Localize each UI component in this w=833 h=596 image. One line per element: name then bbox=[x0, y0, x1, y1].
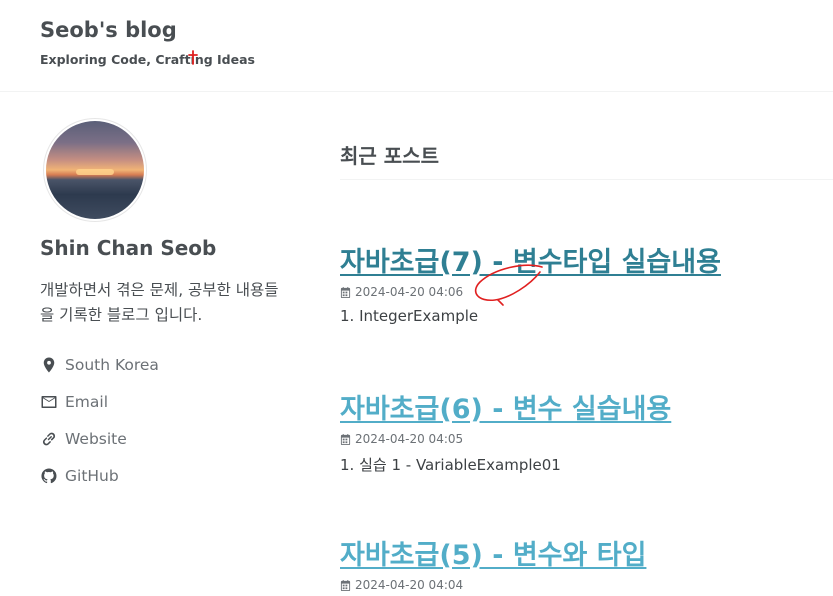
author-bio: 개발하면서 겪은 문제, 공부한 내용들을 기록한 블로그 입니다. bbox=[40, 281, 279, 324]
post-item: 자바초급(6) - 변수 실습내용 2024-04-20 04:05 1. 실습… bbox=[340, 387, 833, 475]
post-date: 2024-04-20 04:05 bbox=[340, 432, 833, 446]
post-title-link[interactable]: 자바초급(5) - 변수와 타입 bbox=[340, 533, 833, 572]
post-date: 2024-04-20 04:06 bbox=[340, 285, 833, 299]
envelope-icon bbox=[41, 395, 57, 408]
section-title: 최근 포스트 bbox=[340, 140, 833, 180]
post-date-text: 2024-04-20 04:04 bbox=[355, 578, 464, 592]
author-links: South Korea Email Website GitHub bbox=[40, 346, 290, 494]
masthead: Seob's blog Exploring Code, Crafting Ide… bbox=[0, 0, 833, 92]
author-link-location[interactable]: South Korea bbox=[40, 346, 290, 383]
calendar-icon bbox=[340, 286, 351, 298]
map-marker-icon bbox=[43, 357, 55, 372]
post-excerpt: 1. IntegerExample bbox=[340, 307, 479, 325]
author-link-label: Website bbox=[65, 429, 127, 448]
post-date-text: 2024-04-20 04:06 bbox=[355, 285, 464, 299]
calendar-icon bbox=[340, 579, 351, 591]
post-date-text: 2024-04-20 04:05 bbox=[355, 432, 464, 446]
post-item: 자바초급(5) - 변수와 타입 2024-04-20 04:04 bbox=[340, 533, 833, 592]
link-icon bbox=[42, 432, 56, 445]
author-link-label: GitHub bbox=[65, 466, 119, 485]
avatar-image bbox=[46, 121, 144, 219]
main-content: 최근 포스트 자바초급(7) - 변수타입 실습내용 2024-04-20 04… bbox=[340, 140, 833, 592]
author-link-github[interactable]: GitHub bbox=[40, 457, 290, 494]
post-date: 2024-04-20 04:04 bbox=[340, 578, 833, 592]
author-link-email[interactable]: Email bbox=[40, 383, 290, 420]
site-subtitle: Exploring Code, Crafting Ideas bbox=[40, 52, 255, 67]
post-title-link[interactable]: 자바초급(6) - 변수 실습내용 bbox=[340, 387, 833, 426]
author-link-website[interactable]: Website bbox=[40, 420, 290, 457]
author-name: Shin Chan Seob bbox=[40, 236, 217, 260]
calendar-icon bbox=[340, 433, 351, 445]
author-link-label: Email bbox=[65, 392, 109, 411]
post-title-link[interactable]: 자바초급(7) - 변수타입 실습내용 bbox=[340, 240, 833, 279]
github-icon bbox=[41, 467, 57, 483]
post-excerpt: 1. 실습 1 - VariableExample01 bbox=[340, 456, 561, 474]
author-link-label: South Korea bbox=[65, 355, 159, 374]
site-title[interactable]: Seob's blog bbox=[40, 18, 177, 42]
avatar bbox=[43, 118, 147, 222]
post-item: 자바초급(7) - 변수타입 실습내용 2024-04-20 04:06 1. … bbox=[340, 240, 833, 325]
